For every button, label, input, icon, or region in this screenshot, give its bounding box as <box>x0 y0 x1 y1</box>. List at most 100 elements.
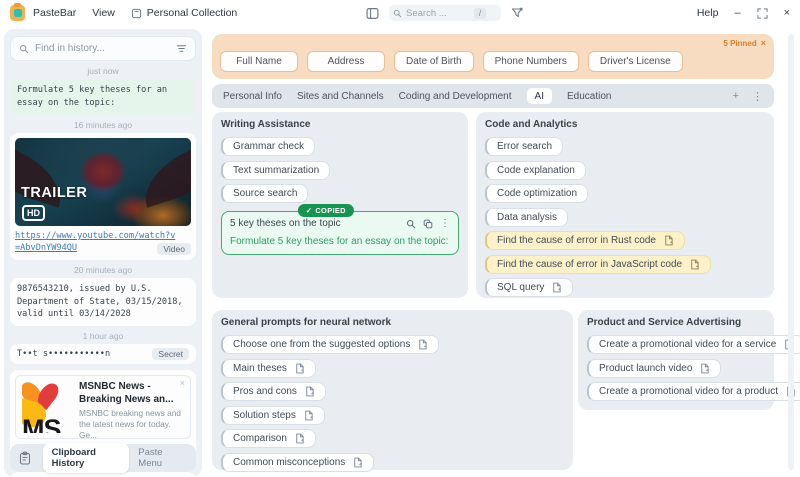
history-item-video[interactable]: TRAILER HD https://www.youtube.com/watch… <box>10 132 196 260</box>
clear-filter-icon[interactable] <box>511 7 523 19</box>
unpin-all-icon[interactable]: × <box>761 38 766 48</box>
video-link[interactable]: https://www.youtube.com/watch?v=AbvDnYW9… <box>15 230 177 255</box>
clip-grammar-check[interactable]: Grammar check <box>221 137 316 156</box>
video-type-badge: Video <box>157 242 191 255</box>
template-doc-icon <box>417 339 428 350</box>
tab-clipboard-history[interactable]: Clipboard History <box>42 443 130 473</box>
clip-comparison[interactable]: Comparison <box>221 429 316 448</box>
clip-product-launch-video[interactable]: Product launch video <box>587 358 722 378</box>
help-menu[interactable]: Help <box>697 7 719 19</box>
add-tab-icon[interactable]: + <box>733 90 739 102</box>
tab-sites-and-channels[interactable]: Sites and Channels <box>297 91 384 102</box>
clip-promo-video-service[interactable]: Create a promotional video for a service <box>587 335 800 354</box>
pinned-item-date-of-birth[interactable]: Date of Birth <box>394 51 474 72</box>
find-in-history[interactable] <box>10 36 196 61</box>
clip-rust-error[interactable]: Find the cause of error in Rust code <box>485 231 685 250</box>
clip-source-search[interactable]: Source search <box>221 184 309 203</box>
clip-pros-and-cons[interactable]: Pros and cons <box>221 382 326 401</box>
timestamp: just now <box>87 66 119 76</box>
copy-icon[interactable] <box>423 219 433 229</box>
clip-common-misconceptions[interactable]: Common misconceptions <box>221 452 375 472</box>
history-item-essay[interactable]: Formulate 5 key theses for an essay on t… <box>10 79 196 115</box>
minimize-button[interactable]: – <box>734 7 740 19</box>
search-icon[interactable] <box>406 219 416 229</box>
clip-main-theses[interactable]: Main theses <box>221 358 316 378</box>
board-title: Product and Service Advertising <box>587 317 742 328</box>
pinned-item-address[interactable]: Address <box>307 51 385 72</box>
collection-tabs: Personal Info Sites and Channels Coding … <box>212 84 774 108</box>
trailer-overlay-text: TRAILER <box>21 184 88 201</box>
copied-clip-card[interactable]: ✓ COPIED 5 key theses on the topic ⋮ For… <box>221 204 459 255</box>
template-doc-icon <box>352 457 363 468</box>
secret-type-badge: Secret <box>152 348 189 361</box>
tab-personal-info[interactable]: Personal Info <box>223 91 282 102</box>
history-item-address[interactable]: 742 Maple Grove Lane Riverside, CA 92501 <box>10 472 196 477</box>
sidebar-footer-tabs: Clipboard History Paste Menu <box>42 443 191 473</box>
clip-javascript-error[interactable]: Find the cause of error in JavaScript co… <box>485 254 712 274</box>
search-icon <box>393 9 402 18</box>
search-icon <box>19 44 29 54</box>
copied-clip-body: Formulate 5 key theses for an essay on t… <box>230 236 449 247</box>
clipboard-icon[interactable] <box>15 447 35 469</box>
masked-secret-text: T••t s•••••••••••n <box>17 349 111 360</box>
clip-solution-steps[interactable]: Solution steps <box>221 405 325 425</box>
copied-badge: ✓ COPIED <box>297 204 354 217</box>
global-search[interactable]: / <box>389 5 501 21</box>
timestamp: 1 hour ago <box>82 331 124 342</box>
timestamp: 20 minutes ago <box>73 264 133 275</box>
clip-error-search[interactable]: Error search <box>485 137 564 156</box>
pinned-item-drivers-license[interactable]: Driver's License <box>587 51 683 72</box>
check-icon: ✓ <box>305 206 313 215</box>
tab-education[interactable]: Education <box>567 91 611 102</box>
link-preview-description: MSNBC breaking news and the latest news … <box>79 408 181 440</box>
board-title: Writing Assistance <box>221 119 311 130</box>
app-logo-icon <box>10 3 25 21</box>
clip-menu-icon[interactable]: ⋮ <box>440 218 450 229</box>
collection-icon <box>131 8 141 18</box>
menu-personal-collection[interactable]: Personal Collection <box>131 7 237 19</box>
history-item-secret[interactable]: T••t s•••••••••••n Secret <box>10 344 196 365</box>
collection-label: Personal Collection <box>146 7 238 19</box>
video-thumbnail[interactable]: TRAILER HD <box>15 137 191 226</box>
history-item-passport[interactable]: 9876543210, issued by U.S. Department of… <box>10 277 196 327</box>
filter-icon[interactable] <box>176 43 187 54</box>
tab-coding-and-development[interactable]: Coding and Development <box>399 91 512 102</box>
clip-data-analysis[interactable]: Data analysis <box>485 207 569 227</box>
timestamp: 16 minutes ago <box>73 119 133 130</box>
template-doc-icon <box>303 410 314 421</box>
close-preview-icon[interactable]: × <box>180 378 185 388</box>
clip-sql-query[interactable]: SQL query <box>485 278 574 297</box>
pinned-item-full-name[interactable]: Full Name <box>220 51 298 72</box>
board-code-and-analytics: Code and Analytics Error search Code exp… <box>476 112 774 298</box>
maximize-button[interactable] <box>756 7 768 19</box>
menu-pastebar[interactable]: PasteBar <box>33 7 76 19</box>
board-general-prompts: General prompts for neural network Choos… <box>212 310 573 472</box>
copied-clip-title: 5 key theses on the topic <box>230 218 341 229</box>
clip-text-summarization[interactable]: Text summarization <box>221 160 331 180</box>
panel-toggle-icon[interactable] <box>366 7 379 20</box>
clipboard-history-sidebar: just now Formulate 5 key theses for an e… <box>4 29 202 477</box>
board-title: Code and Analytics <box>485 119 578 130</box>
clip-code-explanation[interactable]: Code explanation <box>485 160 586 180</box>
pinned-item-phone-numbers[interactable]: Phone Numbers <box>482 51 579 72</box>
tab-paste-menu[interactable]: Paste Menu <box>129 443 191 473</box>
tab-ai[interactable]: AI <box>526 88 552 104</box>
hd-badge: HD <box>22 204 45 221</box>
menu-view[interactable]: View <box>92 7 115 19</box>
sidebar-footer: Clipboard History Paste Menu <box>10 443 196 473</box>
template-doc-icon <box>699 363 710 374</box>
template-doc-icon <box>304 386 315 397</box>
titlebar: PasteBar View Personal Collection / Help… <box>0 0 800 26</box>
global-search-input[interactable] <box>406 7 470 19</box>
scrollbar[interactable] <box>788 34 794 470</box>
template-doc-icon <box>294 363 305 374</box>
link-preview-title: MSNBC News - Breaking News an... <box>79 381 174 405</box>
template-doc-icon <box>294 433 305 444</box>
clip-promo-video-product[interactable]: Create a promotional video for a product <box>587 382 800 401</box>
close-window-button[interactable]: × <box>784 7 790 19</box>
find-in-history-input[interactable] <box>35 43 170 54</box>
tabs-menu-icon[interactable]: ⋮ <box>752 90 763 103</box>
clip-code-optimization[interactable]: Code optimization <box>485 184 589 203</box>
pinned-count-label: 5 Pinned <box>723 38 757 48</box>
clip-choose-option[interactable]: Choose one from the suggested options <box>221 335 440 354</box>
